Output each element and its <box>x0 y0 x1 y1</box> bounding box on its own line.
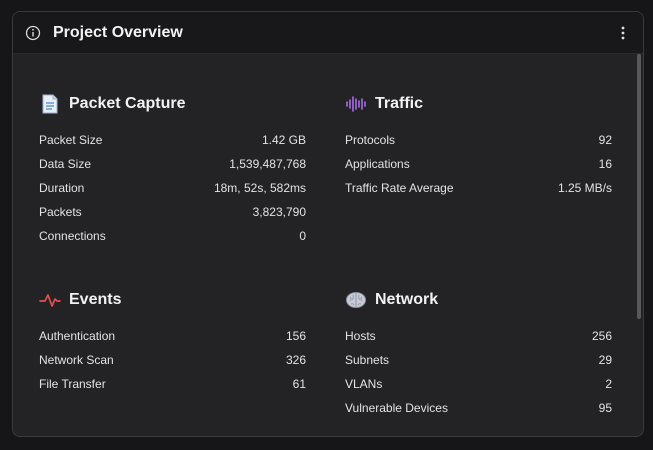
info-icon <box>25 25 41 40</box>
stat-value: 29 <box>598 353 612 367</box>
stat-label: VLANs <box>345 377 383 391</box>
stat-label: Connections <box>39 229 106 243</box>
scrollbar-thumb[interactable] <box>637 54 641 319</box>
stat-label: Data Size <box>39 157 92 171</box>
stat-row: Packets 3,823,790 <box>39 200 306 224</box>
stat-value: 95 <box>598 401 612 415</box>
stat-row: Packet Size 1.42 GB <box>39 128 306 152</box>
events-section: Events Authentication 156 Network Scan 326… <box>39 288 306 396</box>
stat-row: Traffic Rate Average 1.25 MB/s <box>345 176 612 200</box>
network-section: Network Hosts 256 Subnets 29 VLANs 2 Vulner… <box>345 288 612 420</box>
stat-row: Vulnerable Devices 95 <box>345 396 612 420</box>
stat-value: 92 <box>598 133 612 147</box>
kebab-menu-icon <box>621 26 625 39</box>
stat-value: 0 <box>299 229 306 243</box>
stat-value: 18m, 52s, 582ms <box>213 181 306 195</box>
stat-row: Hosts 256 <box>345 324 612 348</box>
stat-value: 16 <box>598 157 612 171</box>
stat-row: File Transfer 61 <box>39 372 306 396</box>
packet-capture-title: Packet Capture <box>69 95 186 112</box>
stat-value: 61 <box>292 377 306 391</box>
stat-value: 256 <box>591 329 612 343</box>
network-title: Network <box>375 291 439 308</box>
traffic-section: Traffic Protocols 92 Applications 16 Traff… <box>345 92 612 200</box>
stat-value: 1.25 MB/s <box>557 181 612 195</box>
stat-value: 1.42 GB <box>261 133 306 147</box>
stat-label: Packet Size <box>39 133 103 147</box>
document-icon <box>39 93 61 115</box>
waveform-icon <box>345 93 367 115</box>
stat-row: Authentication 156 <box>39 324 306 348</box>
stat-label: Packets <box>39 205 82 219</box>
stat-row: Applications 16 <box>345 152 612 176</box>
stat-label: Applications <box>345 157 410 171</box>
traffic-title: Traffic <box>375 95 424 112</box>
stat-value: 2 <box>605 377 612 391</box>
stat-row: Connections 0 <box>39 224 306 248</box>
stat-label: Protocols <box>345 133 396 147</box>
pulse-icon <box>39 289 61 311</box>
stat-label: Subnets <box>345 353 390 367</box>
panel-title: Project Overview <box>53 23 183 41</box>
stat-label: Network Scan <box>39 353 114 367</box>
stat-row: Network Scan 326 <box>39 348 306 372</box>
stat-label: Vulnerable Devices <box>345 401 448 415</box>
stat-row: Protocols 92 <box>345 128 612 152</box>
stat-row: Subnets 29 <box>345 348 612 372</box>
stat-label: Traffic Rate Average <box>345 181 454 195</box>
stat-value: 326 <box>285 353 306 367</box>
events-title: Events <box>69 291 122 308</box>
stat-row: Data Size 1,539,487,768 <box>39 152 306 176</box>
stat-value: 156 <box>285 329 306 343</box>
stat-label: Hosts <box>345 329 376 343</box>
project-overview-panel: Project Overview Packet Capture Packet S… <box>12 11 644 437</box>
stat-value: 3,823,790 <box>252 205 306 219</box>
stat-label: Authentication <box>39 329 116 343</box>
packet-capture-section: Packet Capture Packet Size 1.42 GB Data S… <box>39 92 306 248</box>
stat-value: 1,539,487,768 <box>229 157 306 171</box>
brain-icon <box>345 289 367 311</box>
stat-row: VLANs 2 <box>345 372 612 396</box>
stat-label: Duration <box>39 181 85 195</box>
panel-header: Project Overview <box>13 12 643 54</box>
more-options-button[interactable] <box>617 24 629 42</box>
stat-row: Duration 18m, 52s, 582ms <box>39 176 306 200</box>
stat-label: File Transfer <box>39 377 106 391</box>
